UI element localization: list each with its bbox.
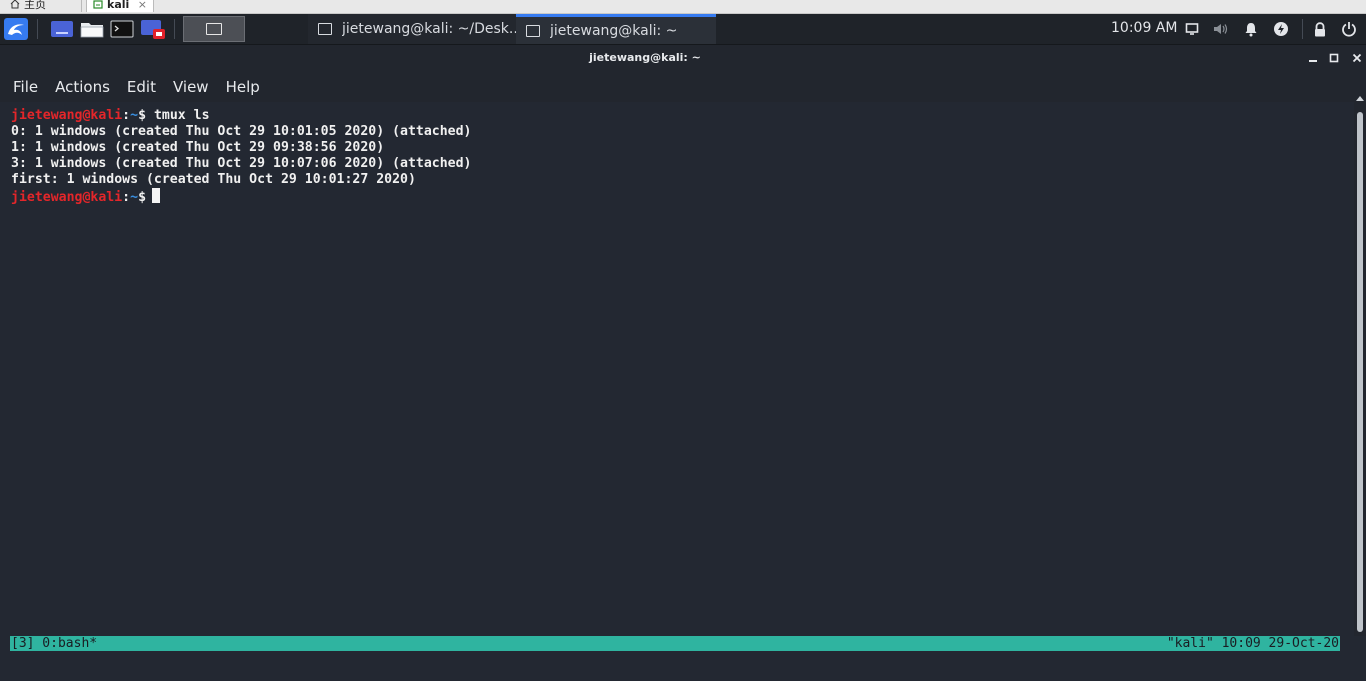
prompt-user: jietewang@kali bbox=[11, 108, 123, 123]
host-tab-kali[interactable]: kali × bbox=[86, 0, 154, 12]
prompt-separator: : bbox=[122, 190, 131, 205]
prompt-user: jietewang@kali bbox=[11, 190, 123, 205]
close-button[interactable] bbox=[1350, 51, 1364, 65]
taskbar-item-label: jietewang@kali: ~ bbox=[550, 22, 678, 39]
window-icon bbox=[206, 23, 222, 35]
prompt-symbol: $ bbox=[138, 190, 147, 205]
command-text: tmux ls bbox=[146, 108, 210, 123]
window-title: jietewang@kali: ~ bbox=[589, 51, 701, 64]
host-tab-home[interactable]: 主页 bbox=[4, 0, 82, 12]
terminal-area[interactable]: jietewang@kali:~$ tmux ls 0: 1 windows (… bbox=[0, 102, 1354, 635]
prompt-symbol: $ bbox=[138, 108, 147, 123]
display-tray-button[interactable] bbox=[1184, 21, 1200, 37]
top-panel: jietewang@kali: ~/Desk... jietewang@kali… bbox=[0, 14, 1366, 45]
terminal-window-icon bbox=[526, 24, 540, 37]
output-line: 3: 1 windows (created Thu Oct 29 10:07:0… bbox=[11, 156, 472, 171]
logout-button[interactable] bbox=[1341, 21, 1357, 37]
output-line: 1: 1 windows (created Thu Oct 29 09:38:5… bbox=[11, 140, 385, 155]
menu-help[interactable]: Help bbox=[226, 78, 260, 96]
logout-icon bbox=[1342, 22, 1356, 37]
menu-actions[interactable]: Actions bbox=[55, 78, 110, 96]
screen-recorder-icon bbox=[141, 20, 165, 39]
tmux-status-right: "kali" 10:09 29-Oct-20 bbox=[1166, 636, 1339, 651]
scroll-up-arrow-icon[interactable] bbox=[1356, 96, 1364, 101]
minimize-icon bbox=[1309, 60, 1317, 62]
prompt-path: ~ bbox=[130, 190, 139, 205]
menu-bar: File Actions Edit View Help bbox=[0, 72, 1354, 102]
taskbar-item-terminal-home[interactable]: jietewang@kali: ~ bbox=[516, 14, 716, 44]
panel-separator bbox=[1302, 19, 1303, 39]
prompt-line: jietewang@kali:~$ bbox=[11, 188, 161, 205]
command-line: jietewang@kali:~$ tmux ls bbox=[11, 108, 210, 124]
panel-separator bbox=[174, 19, 175, 39]
scrollbar-thumb[interactable] bbox=[1357, 112, 1363, 632]
notification-tray-button[interactable] bbox=[1243, 21, 1259, 37]
kali-menu-icon bbox=[4, 18, 28, 40]
close-tab-icon[interactable]: × bbox=[138, 0, 147, 11]
panel-clock[interactable]: 10:09 AM bbox=[1111, 20, 1177, 36]
tmux-status-bar: [3] 0:bash* "kali" 10:09 29-Oct-20 bbox=[10, 636, 1340, 651]
close-icon bbox=[1352, 53, 1362, 63]
prompt-path: ~ bbox=[130, 108, 139, 123]
maximize-button[interactable] bbox=[1327, 51, 1341, 65]
workspace-switcher[interactable] bbox=[183, 16, 245, 42]
file-manager-icon bbox=[80, 23, 104, 38]
home-icon bbox=[10, 0, 20, 9]
host-tab-kali-label: kali bbox=[107, 0, 130, 11]
output-line: first: 1 windows (created Thu Oct 29 10:… bbox=[11, 172, 416, 187]
kali-menu-button[interactable] bbox=[2, 17, 30, 41]
terminal-scrollbar[interactable] bbox=[1354, 72, 1366, 636]
maximize-icon bbox=[1329, 53, 1339, 63]
tmux-status-left: [3] 0:bash* bbox=[11, 636, 98, 651]
taskbar-item-label: jietewang@kali: ~/Desk... bbox=[342, 21, 516, 37]
prompt-separator: : bbox=[122, 108, 131, 123]
lock-icon bbox=[1315, 21, 1325, 36]
notification-bell-icon bbox=[1245, 22, 1257, 36]
output-line: 0: 1 windows (created Thu Oct 29 10:01:0… bbox=[11, 124, 472, 139]
text-cursor bbox=[152, 188, 161, 203]
panel-separator bbox=[37, 19, 38, 39]
terminal-launcher-button[interactable] bbox=[108, 17, 136, 41]
lock-screen-button[interactable] bbox=[1312, 21, 1328, 37]
vm-icon bbox=[93, 0, 103, 9]
host-tab-home-label: 主页 bbox=[24, 0, 46, 11]
window-titlebar[interactable]: jietewang@kali: ~ bbox=[0, 45, 1366, 72]
host-tab-strip: 主页 kali × bbox=[0, 0, 1366, 14]
menu-file[interactable]: File bbox=[13, 78, 38, 96]
show-desktop-button[interactable] bbox=[48, 17, 76, 41]
minimize-button[interactable] bbox=[1306, 51, 1320, 65]
taskbar-item-terminal-desktop[interactable]: jietewang@kali: ~/Desk... bbox=[308, 14, 516, 44]
menu-view[interactable]: View bbox=[173, 78, 209, 96]
menu-edit[interactable]: Edit bbox=[127, 78, 156, 96]
volume-icon bbox=[1214, 24, 1228, 34]
power-manager-tray-button[interactable] bbox=[1273, 21, 1289, 37]
terminal-icon bbox=[110, 20, 134, 38]
volume-tray-button[interactable] bbox=[1213, 21, 1229, 37]
terminal-window-icon bbox=[318, 23, 332, 35]
power-icon bbox=[1274, 22, 1288, 36]
screen-recorder-button[interactable] bbox=[139, 17, 167, 41]
show-desktop-icon bbox=[51, 21, 73, 37]
display-icon bbox=[1185, 23, 1199, 35]
file-manager-button[interactable] bbox=[79, 17, 105, 41]
